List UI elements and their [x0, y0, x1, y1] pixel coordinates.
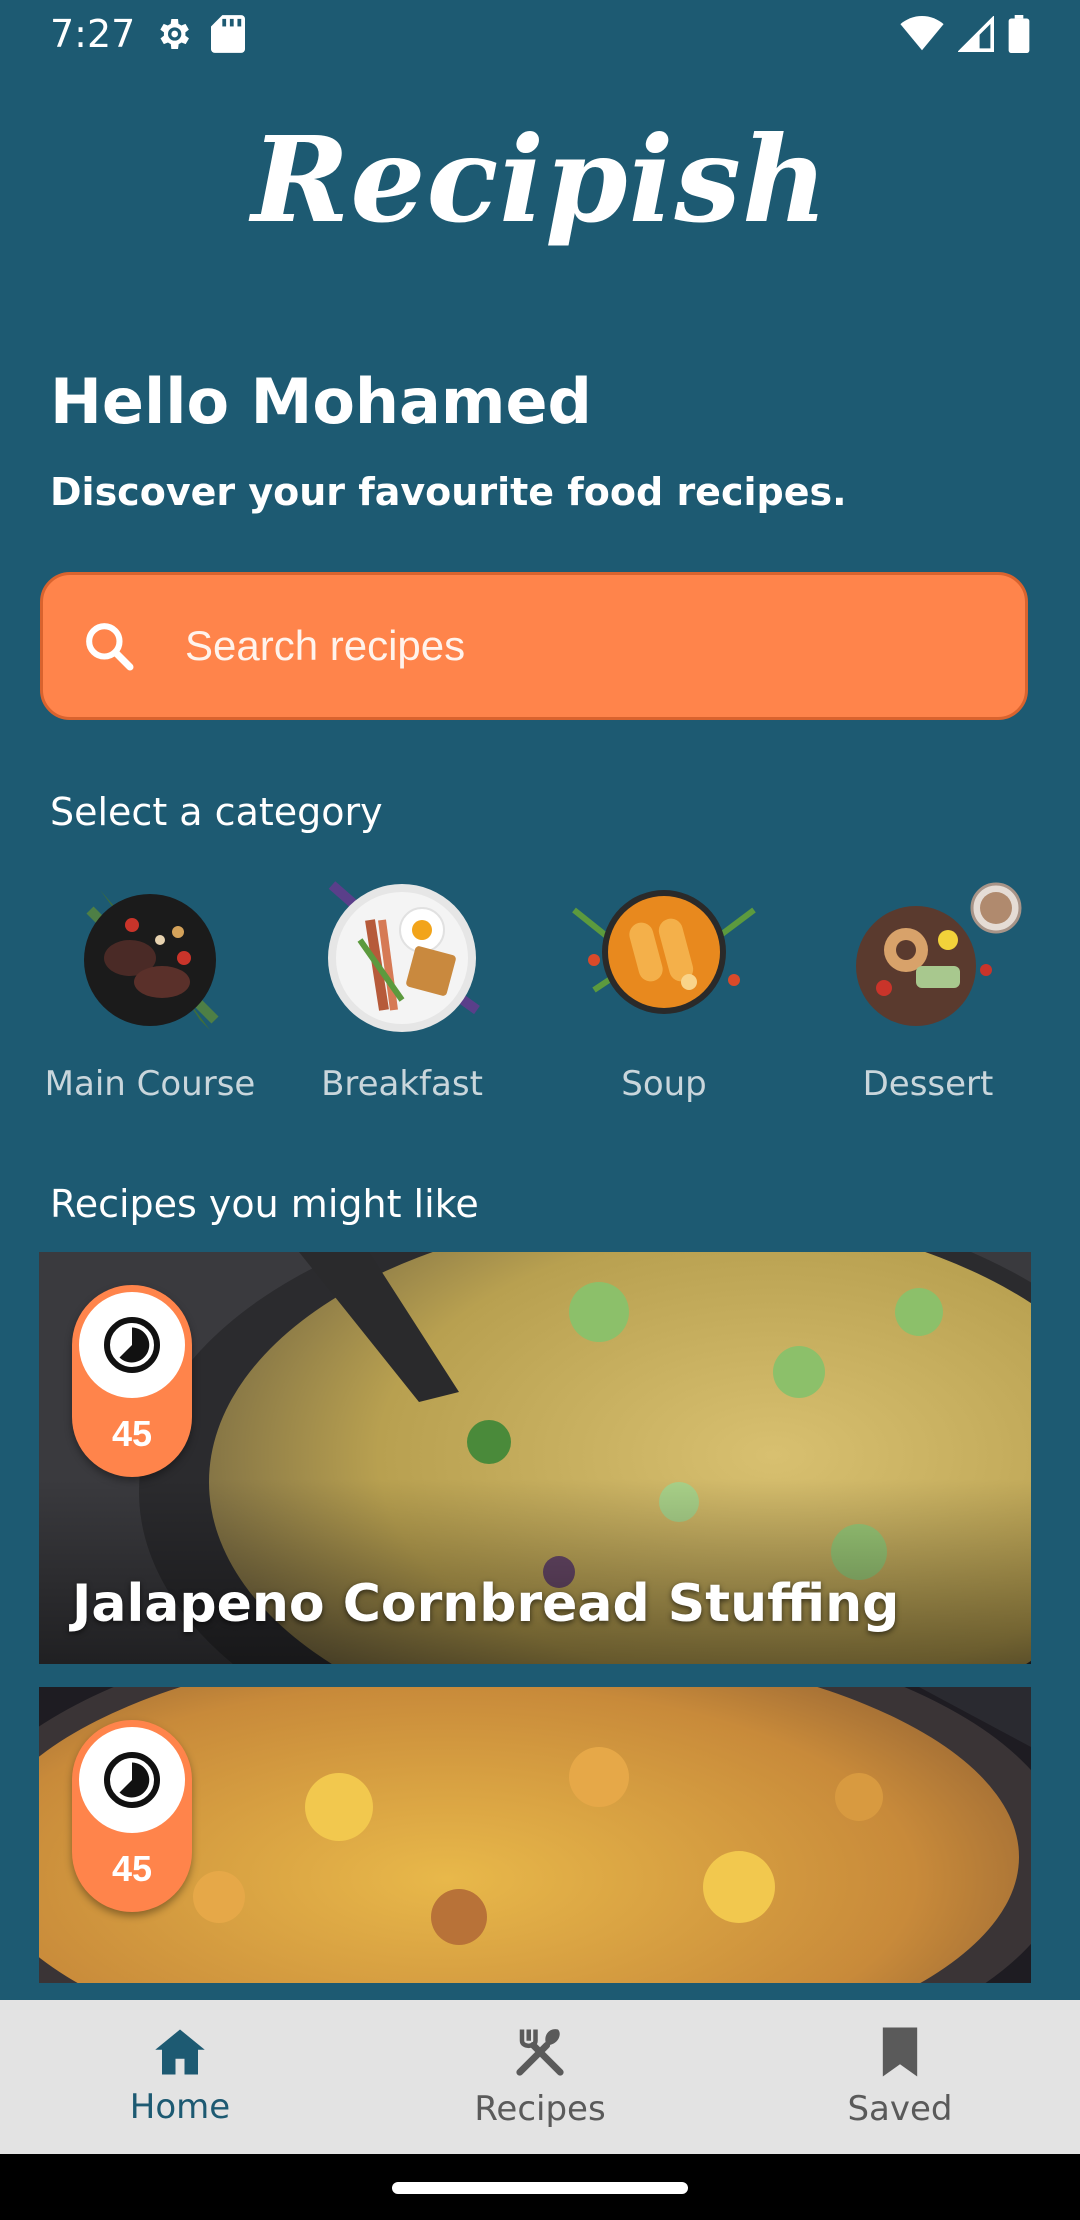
category-label: Dessert: [862, 1064, 994, 1104]
status-bar: 7:27: [0, 0, 1080, 68]
soup-bowl-image: [572, 870, 756, 1030]
settings-icon: [160, 19, 190, 49]
category-breakfast[interactable]: Breakfast: [292, 870, 512, 1104]
search-bar[interactable]: Search recipes: [40, 572, 1028, 720]
fork-knife-icon: [516, 2029, 564, 2076]
timer-icon-circle: [79, 1727, 185, 1833]
nav-label-saved: Saved: [847, 2089, 953, 2129]
category-main-course[interactable]: Main Course: [40, 870, 260, 1104]
category-section-title: Select a category: [50, 790, 383, 834]
breakfast-plate-image: [322, 870, 482, 1032]
steak-plate-image: [70, 870, 230, 1030]
wifi-icon: [900, 16, 944, 51]
cook-time-value: 45: [111, 1848, 153, 1889]
timer-icon: [104, 1752, 160, 1808]
category-label: Breakfast: [321, 1064, 483, 1104]
greeting-title: Hello Mohamed: [50, 365, 592, 438]
status-right: [900, 15, 1030, 53]
recipes-section-title: Recipes you might like: [50, 1182, 479, 1226]
system-gesture-bar: [0, 2154, 1080, 2220]
bottom-navigation: Home Recipes Saved: [0, 2000, 1080, 2154]
nav-label-recipes: Recipes: [474, 2089, 606, 2129]
signal-icon: [958, 16, 994, 52]
status-left: 7:27: [50, 12, 246, 56]
category-list: Main Course Breakfast Soup Dessert: [20, 870, 1060, 1110]
category-dessert[interactable]: Dessert: [818, 870, 1038, 1104]
cook-time-value: 45: [111, 1413, 153, 1454]
timer-icon-circle: [79, 1292, 185, 1398]
nav-item-home[interactable]: Home: [0, 2000, 360, 2154]
recipe-name: Jalapeno Cornbread Stuffing: [72, 1574, 900, 1634]
dessert-plate-image: [848, 870, 1022, 1030]
nav-item-recipes[interactable]: Recipes: [360, 2000, 720, 2154]
status-time: 7:27: [50, 12, 136, 56]
recipe-card[interactable]: 45: [39, 1687, 1031, 1983]
timer-icon: [104, 1317, 160, 1373]
nav-label-home: Home: [129, 2087, 231, 2127]
category-label: Soup: [621, 1064, 707, 1104]
app-logo: Recipish: [251, 110, 829, 249]
cook-time-badge: 45: [72, 1720, 192, 1912]
recipe-card[interactable]: 45 Jalapeno Cornbread Stuffing: [39, 1252, 1031, 1664]
cook-time-badge: 45: [72, 1285, 192, 1477]
search-icon: [86, 623, 134, 671]
category-soup[interactable]: Soup: [554, 870, 774, 1104]
home-gesture-handle[interactable]: [392, 2182, 688, 2194]
nav-item-saved[interactable]: Saved: [720, 2000, 1080, 2154]
search-input[interactable]: Search recipes: [185, 622, 465, 670]
category-label: Main Course: [44, 1064, 256, 1104]
battery-icon: [1008, 15, 1030, 53]
home-icon: [155, 2029, 205, 2075]
bookmark-icon: [882, 2027, 918, 2077]
greeting-subtitle: Discover your favourite food recipes.: [50, 470, 847, 514]
sd-card-icon: [211, 15, 246, 53]
